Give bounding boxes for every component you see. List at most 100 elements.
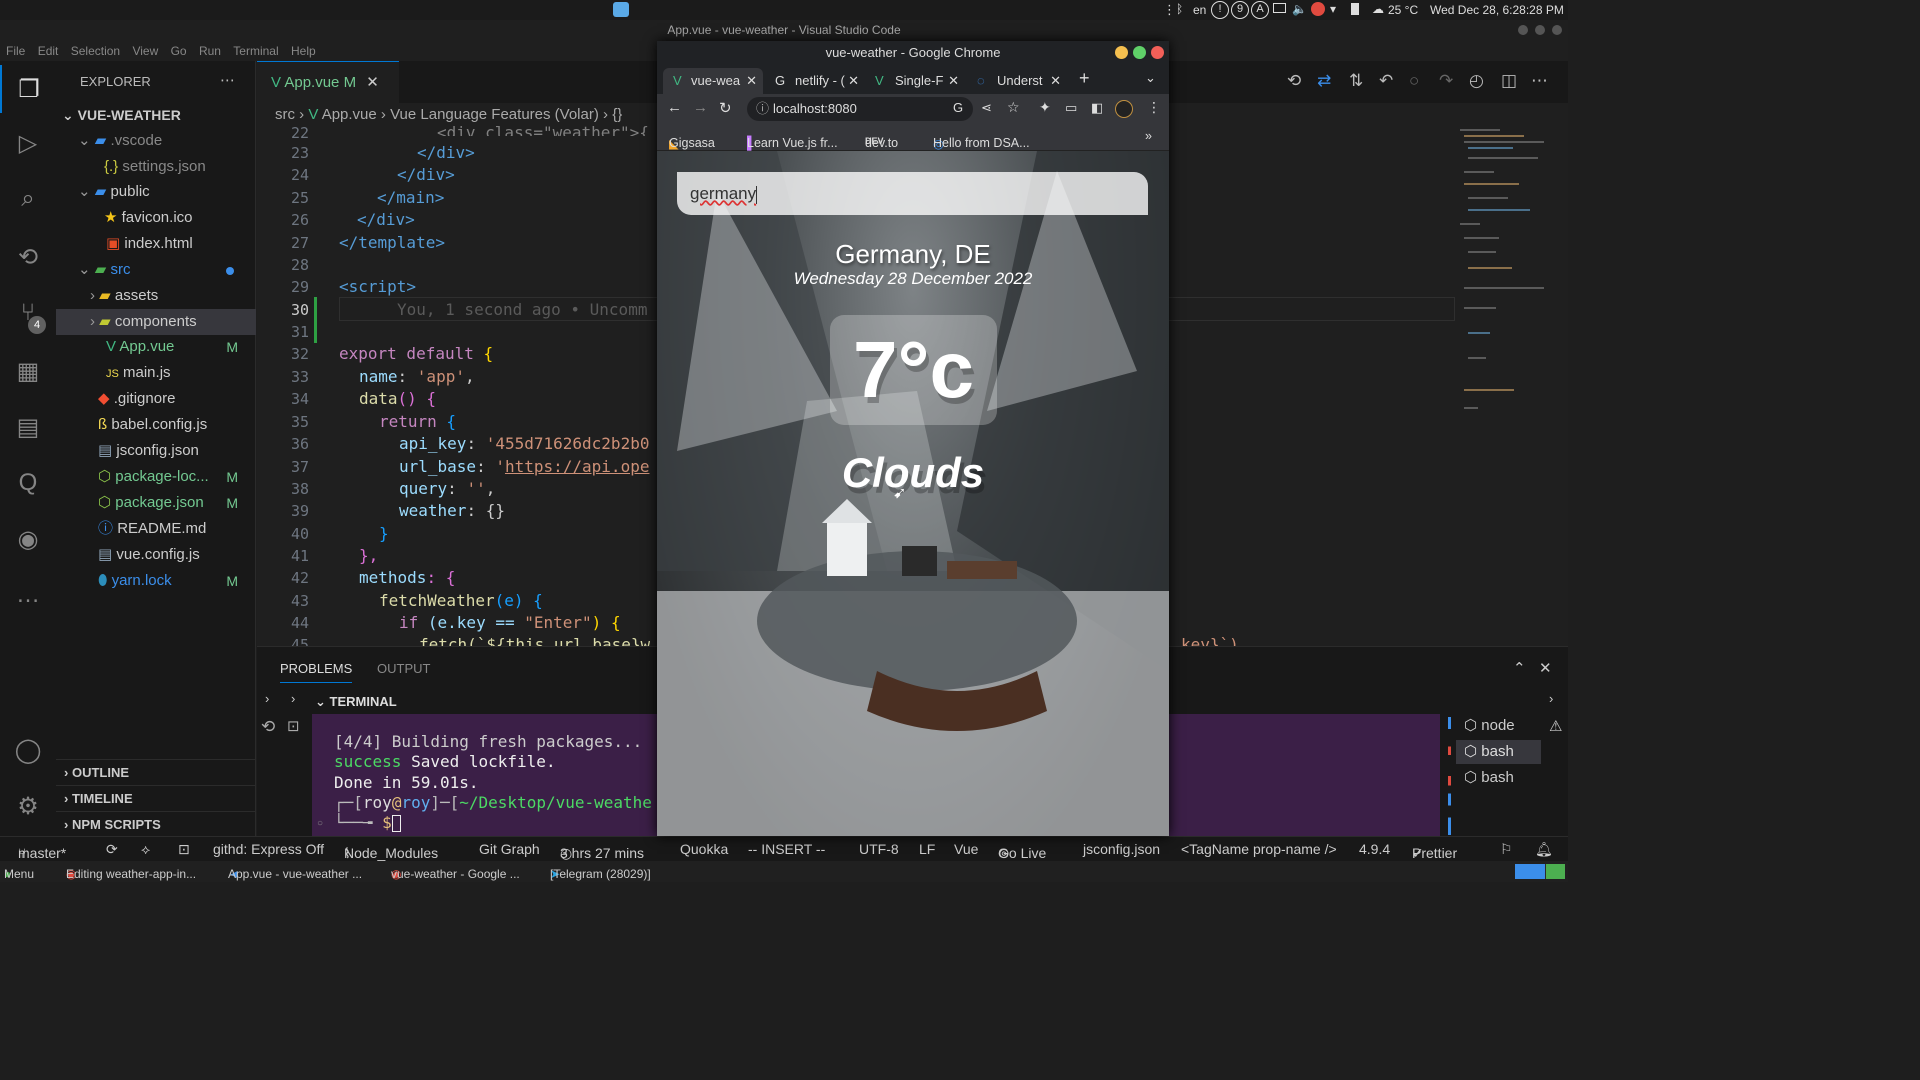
file-favicon[interactable]: ★ favicon.ico — [56, 205, 256, 231]
restart-terminal-icon[interactable]: ⟲ — [261, 717, 275, 737]
menu-selection[interactable]: Selection — [71, 44, 120, 58]
file-yarn-lock[interactable]: ⬮ yarn.lock M — [56, 568, 256, 594]
notifications-icon[interactable]: 🔔︎ — [1535, 841, 1553, 858]
new-tab-button[interactable]: + — [1079, 68, 1090, 89]
githd-status[interactable]: githd: Express Off — [213, 841, 324, 857]
chrome-tab[interactable]: V Single-F ✕ — [867, 68, 965, 94]
file-jsconfig[interactable]: ▤ jsconfig.json — [56, 438, 256, 464]
new-terminal-icon[interactable]: ⊡ — [287, 717, 300, 735]
back-icon[interactable]: ← — [667, 99, 682, 116]
display-icon[interactable] — [1273, 3, 1286, 13]
eol-status[interactable]: LF — [919, 841, 935, 857]
file-settings-json[interactable]: {.} settings.json — [56, 154, 256, 180]
breadcrumb-file[interactable]: App.vue — [322, 106, 377, 123]
more-bookmarks-icon[interactable]: » — [1145, 129, 1152, 143]
chrome-tab[interactable]: ◌ Underst ✕ — [969, 68, 1067, 94]
git-icon[interactable]: ⟡ — [141, 841, 150, 858]
notice-badge[interactable]: ! — [1211, 1, 1229, 19]
address-bar[interactable]: ⓘ localhost:8080 — [747, 97, 973, 121]
section-timeline[interactable]: › TIMELINE — [56, 785, 256, 811]
circle-icon[interactable]: ○ — [1409, 71, 1419, 91]
close-tab-icon[interactable]: ✕ — [948, 68, 959, 94]
extensions-icon[interactable]: ▦ — [0, 347, 56, 395]
history-icon[interactable]: ◴ — [1469, 71, 1484, 91]
volume-icon[interactable]: 🔈 — [1292, 2, 1307, 16]
notebook-icon[interactable]: ▤ — [0, 403, 56, 451]
battery-icon[interactable] — [1351, 3, 1359, 15]
breadcrumb-src[interactable]: src — [275, 106, 295, 123]
forward-icon[interactable]: → — [693, 99, 708, 116]
section-npm-scripts[interactable]: › NPM SCRIPTS — [56, 811, 256, 837]
file-readme[interactable]: ⓘ README.md — [56, 516, 256, 542]
folder-public[interactable]: ⌄ ▰ public — [56, 179, 256, 205]
close-tab-icon[interactable]: ✕ — [746, 68, 757, 94]
tab-search-icon[interactable]: ⌄ — [1145, 70, 1156, 86]
explorer-icon[interactable]: ❐ — [0, 65, 56, 113]
terminal-instance-node[interactable]: ⬡ node — [1456, 714, 1541, 738]
warning-icon[interactable]: ⚠ — [1549, 717, 1562, 735]
chevron-right-icon[interactable]: › — [291, 691, 295, 706]
menu-go[interactable]: Go — [171, 44, 187, 58]
breadcrumb-language[interactable]: Vue Language Features (Volar) — [390, 106, 599, 123]
share-icon[interactable]: ⋖ — [981, 100, 992, 116]
minimize-window-button[interactable] — [1115, 46, 1128, 59]
source-control-icon[interactable]: ⑂ — [0, 289, 56, 337]
quokka-icon[interactable]: Q — [0, 459, 56, 507]
close-window-button[interactable] — [1552, 25, 1562, 35]
encoding-status[interactable]: UTF-8 — [859, 841, 899, 857]
side-panel-icon[interactable]: ◧ — [1091, 100, 1103, 116]
menu-terminal[interactable]: Terminal — [233, 44, 278, 58]
menu-help[interactable]: Help — [291, 44, 316, 58]
file-app-vue[interactable]: V App.vue M — [56, 334, 256, 360]
folder-vscode[interactable]: ⌄ ▰ .vscode — [56, 128, 256, 154]
file-main-js[interactable]: JS main.js — [56, 360, 256, 386]
profile-avatar[interactable] — [1115, 100, 1133, 118]
git-graph-status[interactable]: Git Graph — [479, 841, 540, 857]
folder-components[interactable]: › ▰ components — [56, 309, 256, 335]
workspace-switcher[interactable] — [1515, 864, 1565, 879]
wifi-icon[interactable]: ▾ — [1330, 2, 1336, 16]
jsconfig-status[interactable]: jsconfig.json — [1083, 841, 1160, 857]
code-url[interactable]: https://api.ope — [505, 457, 650, 476]
chrome-menu-icon[interactable]: ⋮ — [1147, 99, 1161, 116]
settings-gear-icon[interactable]: ⚙ — [0, 782, 56, 830]
remote-explorer-icon[interactable]: ⟲ — [0, 233, 56, 281]
feedback-icon[interactable]: ⚐ — [1500, 841, 1513, 858]
menu-view[interactable]: View — [132, 44, 158, 58]
compare-icon[interactable]: ⇅ — [1349, 71, 1363, 91]
maximize-window-button[interactable] — [1535, 25, 1545, 35]
file-vue-config[interactable]: ▤ vue.config.js — [56, 542, 256, 568]
menu-edit[interactable]: Edit — [38, 44, 59, 58]
tagname-status[interactable]: <TagName prop-name /> — [1181, 841, 1337, 857]
menu-dots-icon[interactable]: ⋮ — [1163, 2, 1176, 18]
folder-assets[interactable]: › ▰ assets — [56, 283, 256, 309]
terminal-instance-bash-2[interactable]: ⬡ bash — [1456, 766, 1541, 790]
terminal-section-label[interactable]: ⌄ TERMINAL — [315, 694, 397, 710]
more-icon[interactable]: … — [0, 571, 56, 619]
search-icon[interactable]: ⌕ — [0, 175, 56, 223]
go-back-icon[interactable]: ↶ — [1379, 71, 1393, 91]
close-tab-icon[interactable]: ✕ — [1050, 68, 1061, 94]
section-outline[interactable]: › OUTLINE — [56, 759, 256, 785]
folder-src[interactable]: ⌄ ▰ src — [56, 257, 256, 283]
chevron-right-icon[interactable]: › — [265, 691, 269, 706]
tab-output[interactable]: OUTPUT — [377, 661, 430, 676]
file-package-lock[interactable]: ⬡ package-loc... M — [56, 464, 256, 490]
chevron-right-icon[interactable]: › — [1549, 691, 1553, 706]
menu-run[interactable]: Run — [199, 44, 221, 58]
terminal-scrollbar[interactable] — [1448, 717, 1451, 835]
ts-version-status[interactable]: 4.9.4 — [1359, 841, 1390, 857]
file-index-html[interactable]: ▣ index.html — [56, 231, 256, 257]
bookmark-star-icon[interactable]: ☆ — [1007, 99, 1020, 116]
file-package-json[interactable]: ⬡ package.json M — [56, 490, 256, 516]
cast-icon[interactable]: ▭ — [1065, 100, 1077, 116]
language-status[interactable]: Vue — [954, 841, 978, 857]
chrome-tab[interactable]: Gnetlify - (✕ — [767, 68, 865, 94]
tab-app-vue[interactable]: V App.vue M ✕ — [257, 61, 399, 103]
chrome-tray-icon[interactable] — [1311, 2, 1325, 16]
breadcrumb-symbol[interactable]: {} — [612, 106, 622, 123]
reload-icon[interactable]: ↻ — [719, 99, 732, 117]
spotify-icon[interactable]: ◉ — [0, 515, 56, 563]
explorer-more-icon[interactable]: ⋯ — [220, 71, 235, 89]
maximize-window-button[interactable] — [1133, 46, 1146, 59]
